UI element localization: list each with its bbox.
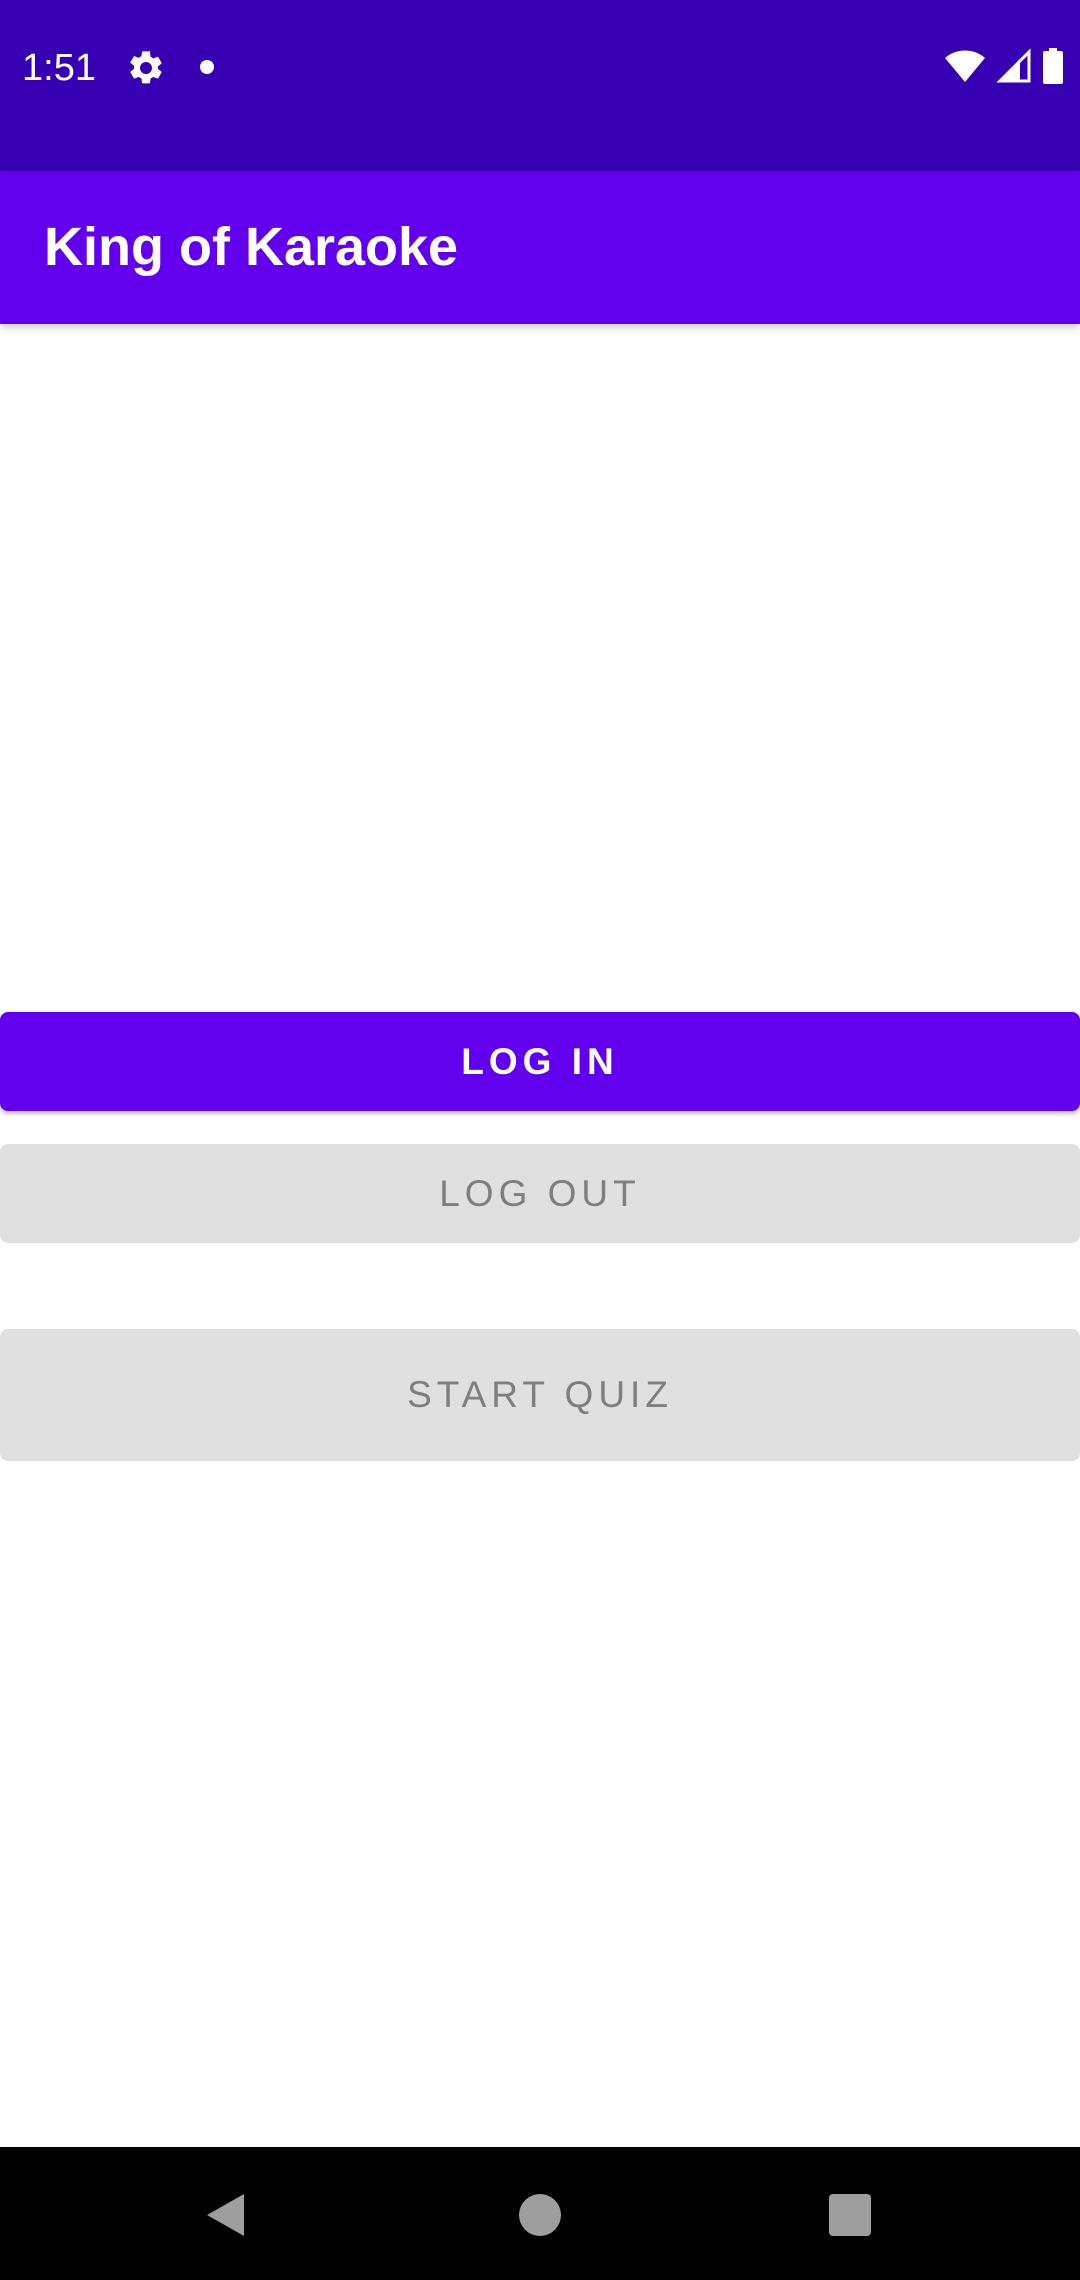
signal-icon: [996, 47, 1032, 89]
gear-icon: [126, 48, 166, 88]
start-quiz-button[interactable]: START QUIZ: [0, 1329, 1080, 1461]
status-icons: [944, 47, 1064, 89]
recents-icon[interactable]: [829, 2194, 871, 2236]
wifi-icon: [944, 48, 986, 89]
app-bar: King of Karaoke: [0, 171, 1080, 324]
status-time: 1:51: [22, 47, 96, 89]
login-button[interactable]: LOG IN: [0, 1012, 1080, 1111]
app-title: King of Karaoke: [44, 217, 459, 277]
status-bar: 1:51: [0, 0, 1080, 171]
back-icon[interactable]: [204, 2191, 248, 2239]
navigation-bar: [0, 2147, 1080, 2280]
notification-dot-icon: [200, 60, 214, 74]
battery-icon: [1042, 47, 1064, 89]
logout-button[interactable]: LOG OUT: [0, 1144, 1080, 1243]
home-icon[interactable]: [519, 2194, 561, 2236]
